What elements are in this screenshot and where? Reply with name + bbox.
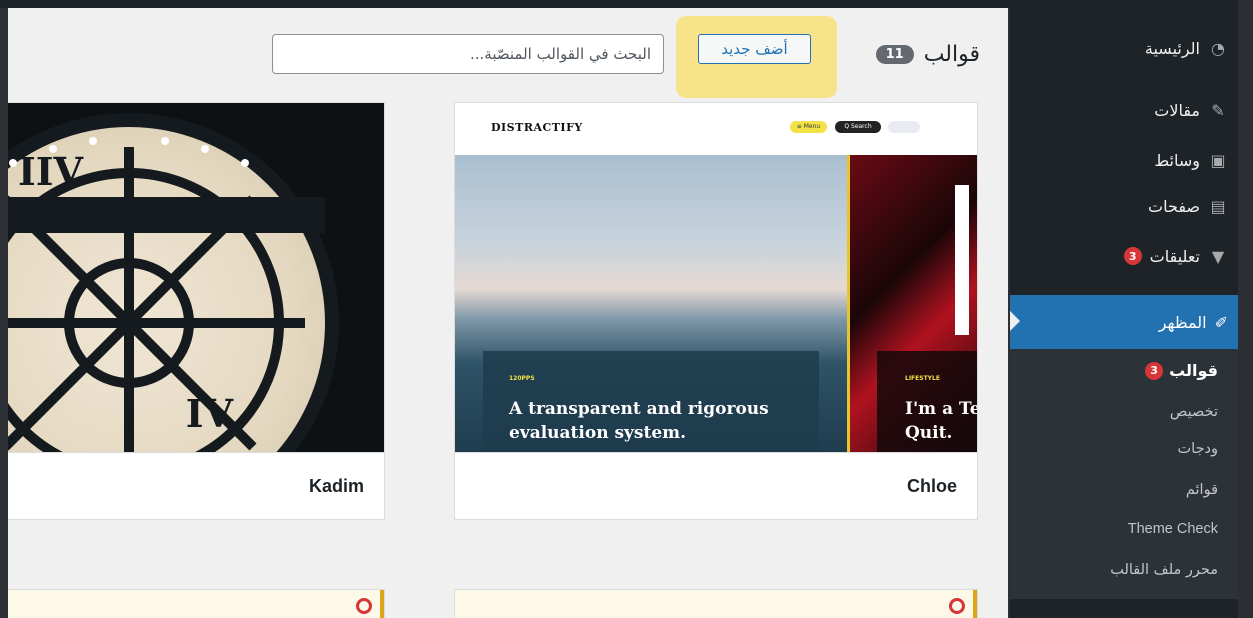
theme-name-chloe[interactable]: Chloe <box>455 452 977 519</box>
admin-sidebar: ◔ الرئيسية ✎ مقالات ▣ وسائط ▤ صفحات ▼ تع… <box>1010 0 1238 618</box>
update-warning-icon <box>356 598 372 614</box>
theme-name-kadim[interactable]: Kadim <box>8 452 384 519</box>
chloe-preview-social-bar <box>955 185 969 335</box>
sidebar-item-label: تعليقات <box>1149 246 1200 266</box>
sidebar-item-posts[interactable]: ✎ مقالات <box>1154 92 1228 128</box>
update-notice-kadim <box>8 589 385 618</box>
chloe-preview-header: DISTRACTIFY ≡ Menu Q Search <box>455 103 977 155</box>
search-themes-input[interactable] <box>272 34 664 74</box>
theme-screenshot-chloe[interactable]: DISTRACTIFY ≡ Menu Q Search 120PPS A tra… <box>455 103 977 453</box>
sidebar-item-label: المظهر <box>1158 312 1207 332</box>
comments-count-badge: 3 <box>1123 247 1142 265</box>
window-scrollbar[interactable] <box>1238 0 1253 618</box>
dashboard-icon: ◔ <box>1211 38 1225 58</box>
current-menu-arrow <box>1010 310 1020 332</box>
media-icon: ▣ <box>1210 150 1226 170</box>
submenu-item-menus[interactable]: قوائم <box>1186 482 1218 498</box>
theme-screenshot-kadim[interactable]: IIV IV V <box>8 103 384 453</box>
main-content: قوالب 11 أضف جديد DISTRACTIFY ≡ Menu Q S… <box>8 8 1008 618</box>
brush-icon: ✐ <box>1214 312 1228 332</box>
chloe-preview-logo: DISTRACTIFY <box>487 120 583 134</box>
chloe-preview-side-tag: LIFESTYLE <box>905 375 940 382</box>
sidebar-item-pages[interactable]: ▤ صفحات <box>1148 188 1228 224</box>
chloe-preview-side-caption: LIFESTYLE I'm a Te Quit. <box>877 351 977 453</box>
page-title-text: قوالب <box>923 42 980 67</box>
sidebar-item-dashboard[interactable]: ◔ الرئيسية <box>1145 30 1228 66</box>
sidebar-item-label: مقالات <box>1154 100 1200 120</box>
chloe-preview-side-headline-line1: I'm a Te <box>905 399 977 419</box>
theme-card-chloe[interactable]: DISTRACTIFY ≡ Menu Q Search 120PPS A tra… <box>454 102 978 520</box>
sidebar-item-label: صفحات <box>1148 196 1200 216</box>
comment-icon: ▼ <box>1211 246 1225 266</box>
notice-bar <box>380 590 384 618</box>
chloe-preview-menu-pill: ≡ Menu <box>790 121 827 133</box>
submenu-item-theme-editor[interactable]: محرر ملف القالب <box>1110 562 1218 578</box>
submenu-item-label: قوالب <box>1169 361 1218 380</box>
chloe-preview-search-pill: Q Search <box>835 121 881 133</box>
chloe-preview-main-headline-line1: A transparent and rigorous <box>509 399 769 419</box>
notice-bar <box>973 590 977 618</box>
submenu-item-themes[interactable]: قوالب 3 <box>1145 361 1218 380</box>
chloe-preview-main-headline: A transparent and rigorous evaluation sy… <box>509 397 769 445</box>
sidebar-item-comments[interactable]: ▼ تعليقات 3 <box>1123 238 1228 274</box>
themes-update-badge: 3 <box>1145 361 1164 380</box>
theme-card-kadim[interactable]: IIV IV V Kadim <box>8 102 385 520</box>
update-notice-chloe <box>454 589 978 618</box>
submenu-item-widgets[interactable]: ودجات <box>1178 441 1219 457</box>
add-new-button[interactable]: أضف جديد <box>698 34 811 64</box>
sidebar-item-label: الرئيسية <box>1144 38 1200 58</box>
submenu-item-theme-check[interactable]: Theme Check <box>1128 521 1218 537</box>
sidebar-item-media[interactable]: ▣ وسائط <box>1154 142 1228 178</box>
page-title: قوالب 11 <box>875 42 980 67</box>
chloe-preview-main-tag: 120PPS <box>509 375 535 382</box>
svg-text:IV: IV <box>186 391 235 436</box>
svg-text:IIV: IIV <box>18 149 85 194</box>
chloe-preview-toggle <box>888 121 920 133</box>
chloe-preview-side-headline: I'm a Te Quit. <box>905 397 977 445</box>
sidebar-item-appearance[interactable]: ✐ المظهر <box>1010 295 1238 349</box>
appearance-submenu: قوالب 3 تخصيص ودجات قوائم Theme Check مح… <box>1010 349 1238 599</box>
submenu-item-customize[interactable]: تخصيص <box>1170 404 1218 420</box>
clock-face-graphic: IIV IV V <box>8 137 325 453</box>
pin-icon: ✎ <box>1211 100 1225 120</box>
update-warning-icon <box>949 598 965 614</box>
chloe-preview-main-caption: 120PPS A transparent and rigorous evalua… <box>483 351 819 453</box>
theme-count-badge: 11 <box>875 45 914 64</box>
chloe-preview-main-headline-line2: evaluation system. <box>509 423 687 443</box>
clock-image: IIV IV V <box>8 113 339 453</box>
chloe-preview-side-headline-line2: Quit. <box>905 423 953 443</box>
pages-icon: ▤ <box>1210 196 1226 216</box>
sidebar-next-item <box>1010 599 1238 618</box>
sidebar-item-label: وسائط <box>1154 150 1200 170</box>
